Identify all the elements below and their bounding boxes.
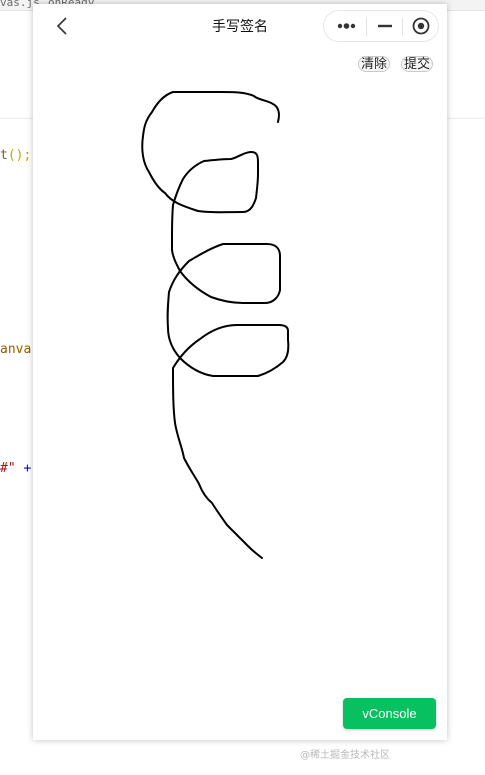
signature-canvas[interactable]	[33, 78, 447, 698]
code-token: +	[23, 461, 32, 476]
code-line: t();	[0, 148, 31, 164]
code-token: ();	[7, 148, 32, 163]
code-token: anva	[0, 342, 32, 357]
code-token: #"	[0, 461, 16, 476]
mini-program-window: 手写签名 清除 提交 vConsole	[33, 4, 447, 740]
code-line: anva	[0, 342, 31, 358]
close-button[interactable]	[404, 11, 438, 41]
menu-capsule	[323, 10, 439, 42]
minimize-icon	[378, 24, 392, 28]
more-button[interactable]	[328, 11, 364, 41]
signature-stroke-drawing	[141, 91, 290, 559]
watermark: @稀土掘金技术社区	[300, 750, 390, 761]
screen: vas.js onReady t(); anva #" + 手写签名	[0, 0, 485, 775]
submit-button[interactable]: 提交	[401, 56, 434, 72]
clear-button[interactable]: 清除	[358, 56, 391, 72]
more-dots-icon	[337, 23, 356, 29]
code-line: #" +	[0, 461, 31, 477]
signature-stroke	[141, 91, 290, 559]
capsule-divider	[402, 18, 403, 36]
vconsole-button[interactable]: vConsole	[343, 698, 436, 729]
target-circle-icon	[412, 17, 430, 35]
minimize-button[interactable]	[368, 11, 402, 41]
code-token: t	[0, 148, 8, 163]
capsule-divider	[366, 18, 367, 36]
nav-bar: 手写签名	[33, 4, 447, 48]
